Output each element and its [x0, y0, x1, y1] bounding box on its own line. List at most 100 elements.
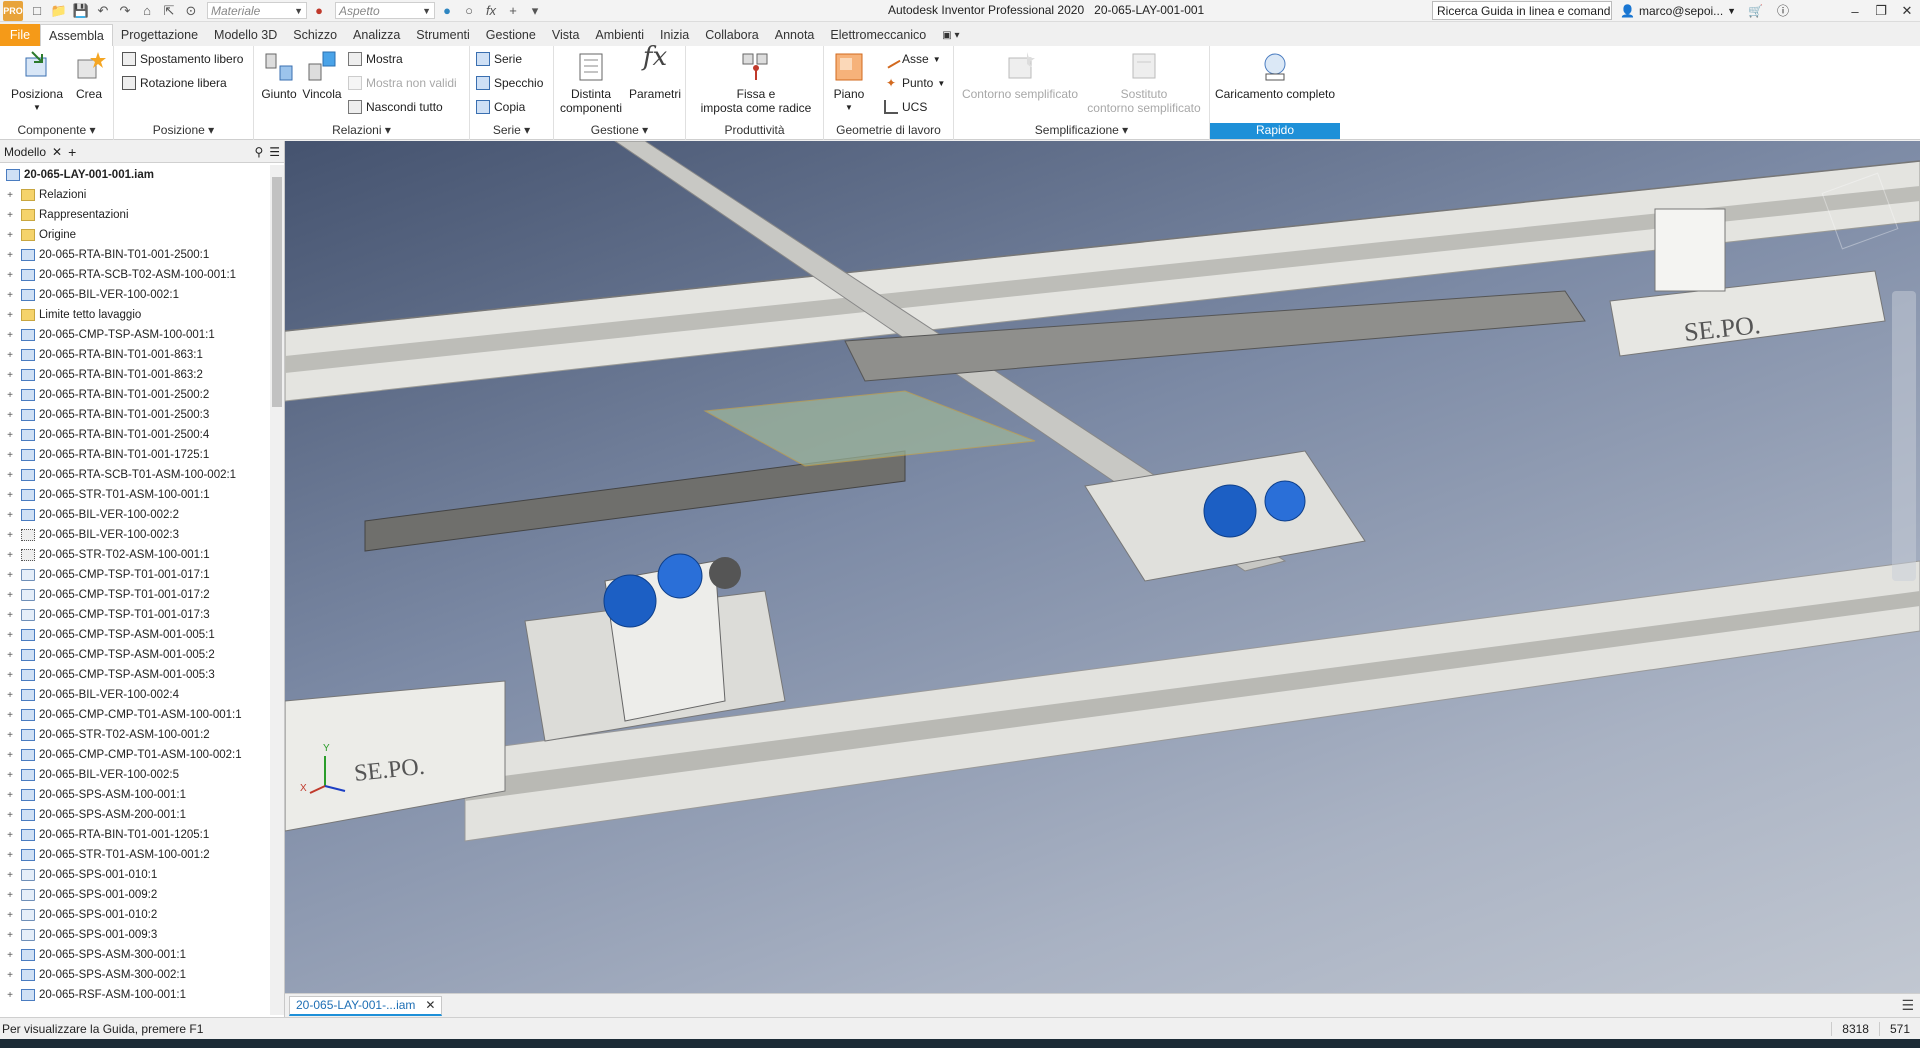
- tree-item[interactable]: +20-065-RTA-BIN-T01-001-1725:1: [0, 445, 270, 465]
- tab-annota[interactable]: Annota: [767, 24, 823, 46]
- expand-icon[interactable]: +: [5, 470, 15, 481]
- piano-button[interactable]: Piano ▼: [828, 50, 870, 115]
- expand-icon[interactable]: +: [5, 910, 15, 921]
- expand-icon[interactable]: +: [5, 570, 15, 581]
- minimize-icon[interactable]: –: [1842, 0, 1868, 22]
- expand-icon[interactable]: +: [5, 550, 15, 561]
- expand-icon[interactable]: +: [5, 810, 15, 821]
- tree-item[interactable]: +20-065-RTA-SCB-T01-ASM-100-002:1: [0, 465, 270, 485]
- undo-icon[interactable]: ↶: [93, 2, 113, 20]
- tree-item[interactable]: +20-065-RTA-BIN-T01-001-2500:4: [0, 425, 270, 445]
- ucs-button[interactable]: UCS: [884, 100, 927, 114]
- tab-elettromeccanico[interactable]: Elettromeccanico: [822, 24, 934, 46]
- tree-item[interactable]: +20-065-SPS-001-010:1: [0, 865, 270, 885]
- graphics-viewport[interactable]: SE.PO. SE.PO. Y X: [285, 141, 1920, 993]
- expand-icon[interactable]: +: [5, 310, 15, 321]
- panel-title-componente[interactable]: Componente ▾: [0, 123, 113, 139]
- crea-button[interactable]: Crea: [68, 50, 110, 101]
- tree-item[interactable]: +20-065-BIL-VER-100-002:2: [0, 505, 270, 525]
- expand-icon[interactable]: +: [5, 930, 15, 941]
- tree-item[interactable]: +20-065-RTA-BIN-T01-001-863:2: [0, 365, 270, 385]
- expand-icon[interactable]: +: [5, 390, 15, 401]
- clear-icon[interactable]: ○: [459, 2, 479, 20]
- expand-icon[interactable]: +: [5, 230, 15, 241]
- expand-icon[interactable]: +: [5, 730, 15, 741]
- expand-icon[interactable]: +: [5, 290, 15, 301]
- tree-item[interactable]: +20-065-SPS-ASM-300-001:1: [0, 945, 270, 965]
- expand-icon[interactable]: +: [5, 870, 15, 881]
- tree-item[interactable]: +20-065-CMP-TSP-ASM-001-005:1: [0, 625, 270, 645]
- tree-item[interactable]: +20-065-SPS-001-009:3: [0, 925, 270, 945]
- customize-icon[interactable]: ▾: [525, 2, 545, 20]
- tree-item[interactable]: +20-065-CMP-CMP-T01-ASM-100-002:1: [0, 745, 270, 765]
- close-icon[interactable]: ✕: [52, 145, 62, 159]
- tree-item[interactable]: + Relazioni: [0, 185, 270, 205]
- ribbon-options-icon[interactable]: ▣ ▾: [934, 24, 967, 46]
- asse-button[interactable]: Asse ▼: [881, 49, 941, 69]
- close-icon[interactable]: ✕: [425, 998, 435, 1012]
- tree-item[interactable]: +20-065-SPS-001-009:2: [0, 885, 270, 905]
- new-icon[interactable]: □: [27, 2, 47, 20]
- panel-title-semplificazione[interactable]: Semplificazione ▾: [954, 123, 1209, 139]
- vincola-button[interactable]: Vincola: [300, 50, 344, 101]
- tree-item[interactable]: +20-065-BIL-VER-100-002:1: [0, 285, 270, 305]
- expand-icon[interactable]: +: [5, 370, 15, 381]
- select-icon[interactable]: ⇱: [159, 2, 179, 20]
- expand-icon[interactable]: +: [5, 610, 15, 621]
- inventor-logo[interactable]: PRO: [3, 0, 23, 21]
- tree-item[interactable]: +20-065-CMP-TSP-T01-001-017:1: [0, 565, 270, 585]
- measure-icon[interactable]: ⊙: [181, 2, 201, 20]
- open-icon[interactable]: 📁: [49, 2, 69, 20]
- tab-schizzo[interactable]: Schizzo: [285, 24, 345, 46]
- expand-icon[interactable]: +: [5, 670, 15, 681]
- tab-file[interactable]: File: [0, 24, 40, 46]
- tab-assembla[interactable]: Assembla: [40, 24, 113, 46]
- parametri-button[interactable]: fx Parametri: [626, 44, 684, 101]
- tree-item[interactable]: +20-065-BIL-VER-100-002:5: [0, 765, 270, 785]
- tree-item[interactable]: +20-065-STR-T01-ASM-100-001:1: [0, 485, 270, 505]
- help-icon[interactable]: ⓘ: [1777, 2, 1789, 19]
- expand-icon[interactable]: +: [5, 330, 15, 341]
- serie-button[interactable]: Serie: [476, 52, 522, 66]
- sostituto-contorno-button[interactable]: Sostituto contorno semplificato: [1082, 50, 1206, 115]
- panel-title-posizione[interactable]: Posizione ▾: [114, 123, 253, 139]
- expand-icon[interactable]: +: [5, 590, 15, 601]
- tree-root[interactable]: 20-065-LAY-001-001.iam: [0, 165, 270, 185]
- expand-icon[interactable]: +: [5, 690, 15, 701]
- rotazione-libera-button[interactable]: Rotazione libera: [122, 76, 227, 90]
- expand-icon[interactable]: +: [5, 750, 15, 761]
- tree-item[interactable]: +20-065-SPS-ASM-100-001:1: [0, 785, 270, 805]
- tab-analizza[interactable]: Analizza: [345, 24, 408, 46]
- expand-icon[interactable]: +: [5, 430, 15, 441]
- browser-scrollbar[interactable]: [270, 165, 284, 1015]
- tree-item[interactable]: +20-065-CMP-CMP-T01-ASM-100-001:1: [0, 705, 270, 725]
- punto-button[interactable]: ✦ Punto ▼: [884, 76, 945, 90]
- user-icon[interactable]: 👤: [1620, 4, 1635, 18]
- copia-button[interactable]: Copia: [476, 100, 525, 114]
- expand-icon[interactable]: +: [5, 650, 15, 661]
- giunto-button[interactable]: Giunto: [258, 50, 300, 101]
- expand-icon[interactable]: +: [5, 630, 15, 641]
- redo-icon[interactable]: ↷: [115, 2, 135, 20]
- tree-item[interactable]: +20-065-CMP-TSP-T01-001-017:3: [0, 605, 270, 625]
- nascondi-tutto-button[interactable]: Nascondi tutto: [348, 100, 443, 114]
- expand-icon[interactable]: +: [5, 350, 15, 361]
- tab-gestione[interactable]: Gestione: [478, 24, 544, 46]
- tree-item[interactable]: +20-065-RTA-BIN-T01-001-2500:2: [0, 385, 270, 405]
- tree-item[interactable]: + Limite tetto lavaggio: [0, 305, 270, 325]
- tree-item[interactable]: +20-065-RSF-ASM-100-001:1: [0, 985, 270, 1005]
- tab-strumenti[interactable]: Strumenti: [408, 24, 478, 46]
- distinta-componenti-button[interactable]: Distinta componenti: [556, 50, 626, 115]
- help-search-input[interactable]: Ricerca Guida in linea e comand: [1432, 1, 1612, 20]
- close-icon[interactable]: ✕: [1894, 0, 1920, 22]
- tree-item[interactable]: +20-065-BIL-VER-100-002:3: [0, 525, 270, 545]
- tree-item[interactable]: +20-065-STR-T02-ASM-100-001:1: [0, 545, 270, 565]
- tree-item[interactable]: +20-065-RTA-SCB-T02-ASM-100-001:1: [0, 265, 270, 285]
- tab-vista[interactable]: Vista: [544, 24, 588, 46]
- tree-item[interactable]: +20-065-CMP-TSP-T01-001-017:2: [0, 585, 270, 605]
- tree-item[interactable]: +20-065-CMP-TSP-ASM-001-005:3: [0, 665, 270, 685]
- add-tab-icon[interactable]: +: [68, 144, 76, 160]
- fx-icon[interactable]: fx: [481, 2, 501, 20]
- expand-icon[interactable]: +: [5, 770, 15, 781]
- panel-title-relazioni[interactable]: Relazioni ▾: [254, 123, 469, 139]
